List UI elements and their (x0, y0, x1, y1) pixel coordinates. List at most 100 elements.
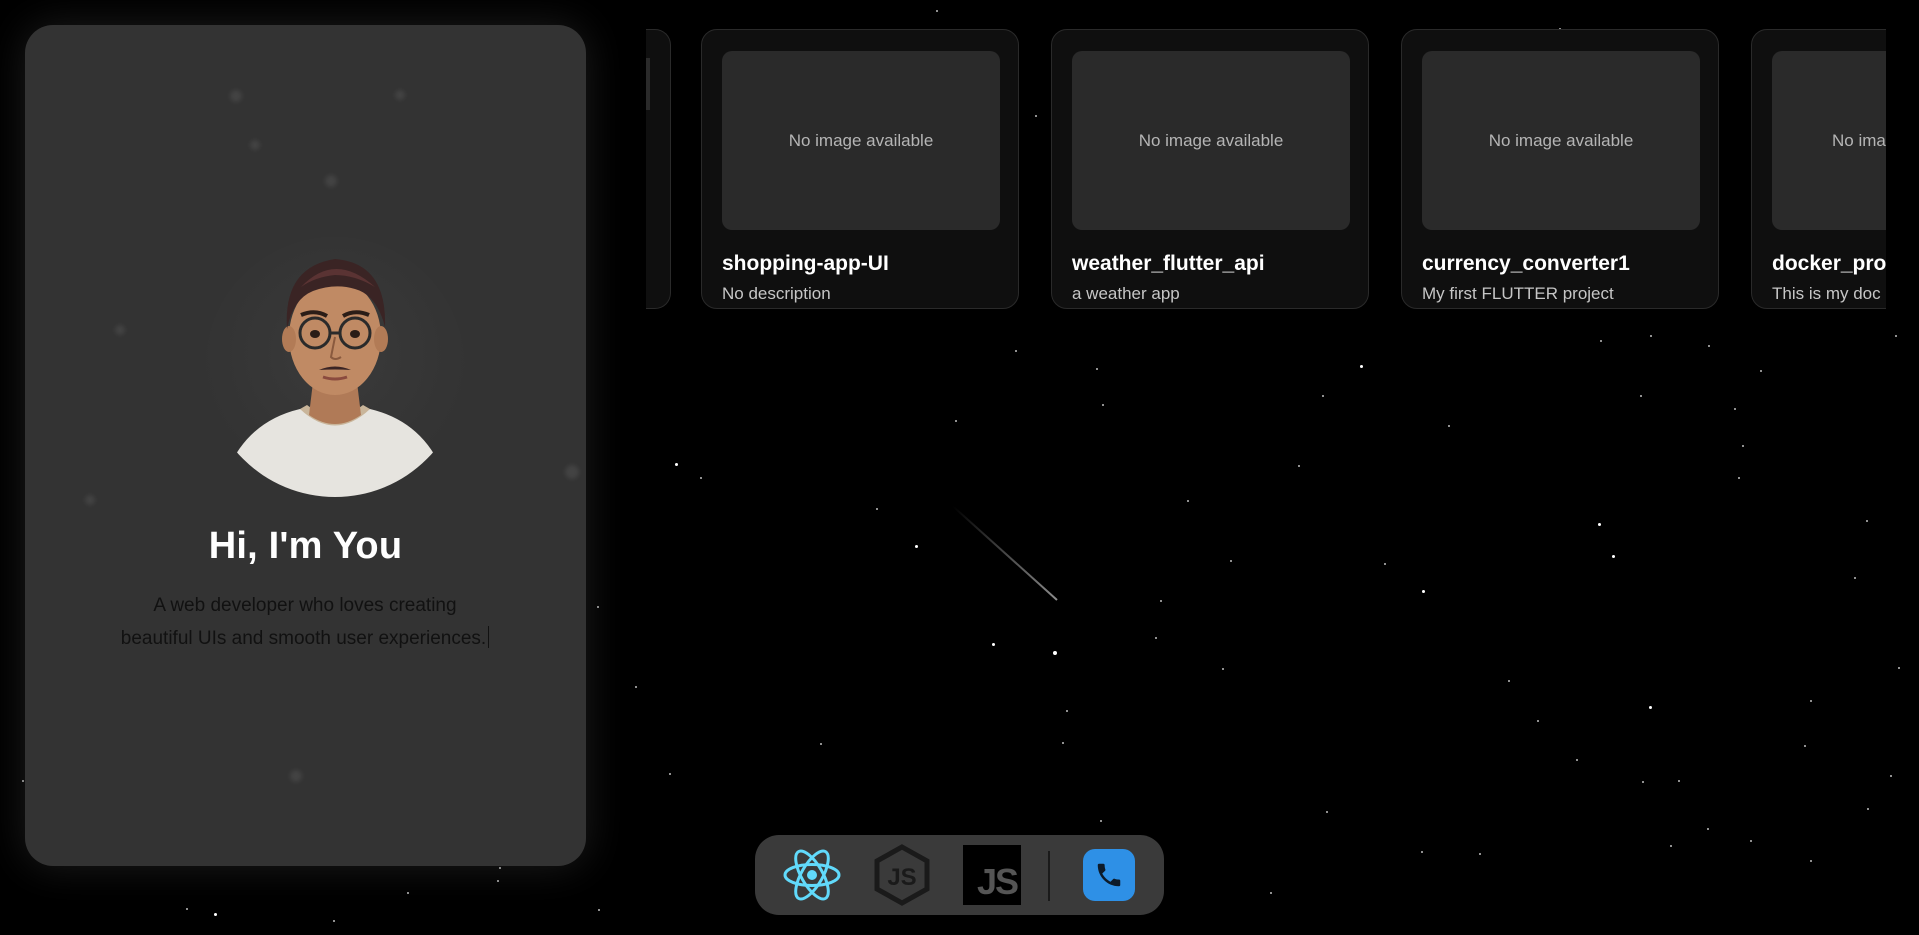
star (1508, 680, 1510, 682)
dock-separator (1048, 851, 1050, 901)
star (1421, 851, 1423, 853)
star (635, 686, 637, 688)
star (936, 10, 938, 12)
star (497, 880, 499, 882)
star (1642, 781, 1644, 783)
star (407, 892, 409, 894)
repo-card[interactable]: No image available currency_converter1 M… (1401, 29, 1719, 309)
star (499, 867, 501, 869)
star (1810, 700, 1812, 702)
star (1866, 520, 1868, 522)
profile-description-line: beautiful UIs and smooth user experience… (85, 622, 525, 655)
star (1222, 668, 1224, 670)
star (1708, 345, 1710, 347)
dock: JS JS (755, 835, 1164, 915)
star (820, 743, 822, 745)
javascript-icon[interactable]: JS (962, 845, 1022, 905)
star (1062, 742, 1064, 744)
star (1738, 477, 1740, 479)
star (597, 606, 599, 608)
star (186, 908, 188, 910)
star (333, 920, 335, 922)
repo-thumbnail: No ima (1772, 51, 1886, 230)
star (1640, 395, 1642, 397)
star (1867, 808, 1869, 810)
star (700, 477, 702, 479)
repo-name: docker_pro (1772, 252, 1886, 275)
repo-thumbnail: No image available (1072, 51, 1350, 230)
star (1230, 560, 1232, 562)
no-image-label: No image available (1138, 130, 1284, 150)
repo-name: weather_flutter_api (1072, 252, 1265, 275)
star (1810, 860, 1812, 862)
phone-icon[interactable] (1079, 845, 1139, 905)
star (1650, 335, 1652, 337)
star (1066, 710, 1068, 712)
star (1600, 340, 1602, 342)
star (22, 780, 24, 782)
star (598, 909, 600, 911)
star (1649, 706, 1652, 709)
star (1384, 563, 1386, 565)
star (1678, 780, 1680, 782)
repo-carousel[interactable]: No image available shopping-app-UI No de… (646, 29, 1886, 311)
star (214, 913, 217, 916)
star (1160, 600, 1162, 602)
star (1598, 523, 1601, 526)
profile-description: A web developer who loves creating beaut… (85, 589, 525, 655)
repo-description: This is my doc (1772, 284, 1881, 303)
repo-description: No description (722, 284, 831, 303)
star (1890, 775, 1892, 777)
star (1096, 368, 1098, 370)
star (1576, 759, 1578, 761)
profile-card: Hi, I'm You A web developer who loves cr… (25, 25, 586, 866)
star (1895, 335, 1897, 337)
no-image-label: No image available (1488, 130, 1634, 150)
star (1804, 745, 1806, 747)
profile-description-text: beautiful UIs and smooth user experience… (120, 628, 487, 649)
repo-name: currency_converter1 (1422, 252, 1630, 275)
star (876, 508, 878, 510)
repo-thumbnail: No image available (1422, 51, 1700, 230)
star (1360, 365, 1363, 368)
star (1298, 465, 1300, 467)
repo-thumbnail: No image available (722, 51, 1000, 230)
star (1760, 370, 1762, 372)
star (1707, 828, 1709, 830)
star (915, 545, 918, 548)
star (1898, 667, 1900, 669)
star (1187, 500, 1189, 502)
star (1537, 720, 1539, 722)
star (1670, 845, 1672, 847)
repo-description: a weather app (1072, 284, 1180, 303)
repo-name: shopping-app-UI (722, 252, 889, 275)
star (1734, 408, 1736, 410)
repo-card[interactable]: No image available weather_flutter_api a… (1051, 29, 1369, 309)
no-image-label: No image available (788, 130, 934, 150)
star (1448, 425, 1450, 427)
star (992, 643, 995, 646)
star (1155, 637, 1157, 639)
star (1322, 395, 1324, 397)
repo-card[interactable]: No ima docker_pro This is my doc (1751, 29, 1886, 309)
star (1270, 892, 1272, 894)
star (1102, 404, 1104, 406)
star (675, 463, 678, 466)
react-icon[interactable] (782, 845, 842, 905)
star (1326, 811, 1328, 813)
star (1612, 555, 1615, 558)
avatar-portrait-icon (225, 259, 445, 497)
star (1750, 840, 1752, 842)
no-image-label: No ima (1832, 130, 1886, 150)
star (1479, 853, 1481, 855)
star (1422, 590, 1425, 593)
repo-description: My first FLUTTER project (1422, 284, 1614, 303)
star (1100, 820, 1102, 822)
svg-text:JS: JS (887, 864, 916, 891)
nodejs-icon[interactable]: JS (872, 844, 932, 906)
profile-description-line: A web developer who loves creating (153, 595, 457, 616)
avatar (205, 237, 465, 497)
profile-title: Hi, I'm You (208, 525, 403, 567)
repo-card[interactable]: No image available shopping-app-UI No de… (701, 29, 1019, 309)
repo-card-partial[interactable] (646, 29, 671, 309)
